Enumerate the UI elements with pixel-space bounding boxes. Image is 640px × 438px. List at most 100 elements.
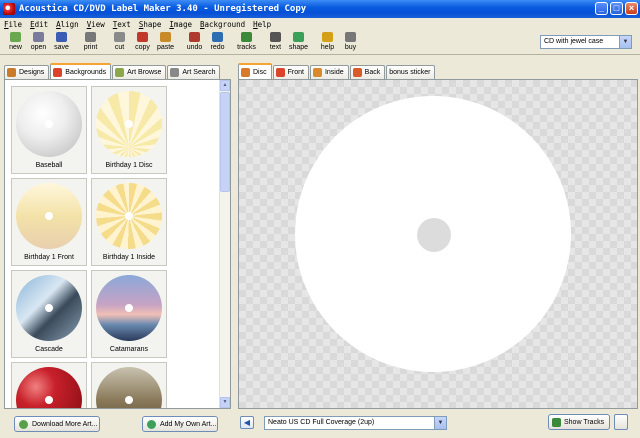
disc-hole: [125, 396, 133, 404]
menu-align[interactable]: Align: [56, 20, 79, 29]
print-preview-button[interactable]: [614, 414, 628, 430]
new-button[interactable]: new: [4, 30, 27, 55]
background-thumbnail: [96, 367, 162, 408]
background-thumbnail: [96, 183, 162, 249]
buy-icon: [345, 32, 356, 42]
print-button[interactable]: print: [79, 30, 102, 55]
text-button[interactable]: text: [264, 30, 287, 55]
menu-shape[interactable]: Shape: [139, 20, 162, 29]
copy-button[interactable]: copy: [131, 30, 154, 55]
window-title: Acoustica CD/DVD Label Maker 3.40 - Unre…: [19, 4, 307, 14]
scroll-up-icon[interactable]: ▲: [220, 80, 230, 91]
front-tab-icon: [275, 68, 285, 77]
tracks-button[interactable]: tracks: [235, 30, 258, 55]
tab-art-browse[interactable]: Art Browse: [112, 65, 167, 79]
window-controls: _ □ ×: [595, 2, 638, 15]
background-label: Birthday 1 Disc: [105, 162, 153, 169]
tab-label: bonus sticker: [389, 69, 431, 76]
tab-label: Disc: [253, 68, 267, 76]
back-arrow-icon[interactable]: ◀: [240, 416, 254, 429]
close-button[interactable]: ×: [625, 2, 638, 15]
menu-help[interactable]: Help: [253, 20, 271, 29]
background-card[interactable]: Catamarans: [91, 270, 167, 358]
help-icon: [322, 32, 333, 42]
menu-file[interactable]: File: [4, 20, 22, 29]
backgrounds-icon: [53, 67, 63, 77]
canvas-footer: ◀ Neato US CD Full Coverage (2up) ▼ Show…: [236, 414, 640, 436]
tracks-label: tracks: [237, 44, 256, 51]
add-my-own-art-button[interactable]: Add My Own Art...: [142, 416, 218, 432]
add-my-own-art-label: Add My Own Art...: [160, 420, 217, 428]
chevron-down-icon[interactable]: ▼: [619, 36, 631, 48]
download-more-art-label: Download More Art...: [32, 420, 98, 428]
disc-hole: [125, 304, 133, 312]
label-sheet-select[interactable]: Neato US CD Full Coverage (2up) ▼: [264, 416, 447, 430]
chevron-down-icon[interactable]: ▼: [434, 417, 446, 429]
print-icon: [85, 32, 96, 42]
designs-icon: [7, 68, 16, 77]
background-card[interactable]: [91, 362, 167, 408]
background-card[interactable]: Birthday 1 Front: [11, 178, 87, 266]
left-tab-strip: Designs Backgrounds Art Browse Art Search: [4, 63, 221, 79]
new-icon: [10, 32, 21, 42]
disc-label[interactable]: [295, 96, 571, 372]
undo-button[interactable]: undo: [183, 30, 206, 55]
tab-inside[interactable]: Inside: [309, 65, 349, 79]
shape-label: shape: [288, 44, 309, 51]
menu-edit[interactable]: Edit: [30, 20, 48, 29]
open-label: open: [30, 44, 47, 51]
minimize-button[interactable]: _: [595, 2, 608, 15]
help-button[interactable]: help: [316, 30, 339, 55]
tab-label: Art Browse: [127, 69, 162, 76]
background-card[interactable]: Baseball: [11, 86, 87, 174]
save-button[interactable]: save: [50, 30, 73, 55]
menu-view[interactable]: View: [87, 20, 105, 29]
redo-label: redo: [210, 44, 225, 51]
redo-icon: [212, 32, 223, 42]
menu-background[interactable]: Background: [200, 20, 245, 29]
tracks-icon: [552, 417, 561, 427]
print-label: print: [83, 44, 98, 51]
right-panel: Disc Front Inside Back bonus sticker ◀ Neato…: [236, 58, 640, 436]
case-type-select[interactable]: CD with jewel case ▼: [540, 35, 632, 49]
tab-designs[interactable]: Designs: [4, 65, 50, 79]
disc-hole: [125, 120, 133, 128]
shape-button[interactable]: shape: [287, 30, 310, 55]
background-card[interactable]: Birthday 1 Inside: [91, 178, 167, 266]
title-bar[interactable]: Acoustica CD/DVD Label Maker 3.40 - Unre…: [0, 0, 640, 18]
back-tab-icon: [352, 68, 362, 77]
undo-label: undo: [186, 44, 203, 51]
menu-image[interactable]: Image: [169, 20, 192, 29]
background-card[interactable]: Cascade: [11, 270, 87, 358]
tab-backgrounds[interactable]: Backgrounds: [50, 63, 112, 79]
tab-label: Backgrounds: [65, 68, 107, 76]
buy-button[interactable]: buy: [339, 30, 362, 55]
show-tracks-label: Show Tracks: [564, 418, 605, 426]
menu-text[interactable]: Text: [113, 20, 131, 29]
tab-art-search[interactable]: Art Search: [167, 65, 221, 79]
add-icon: [147, 419, 156, 429]
gallery-scrollbar[interactable]: ▲ ▼: [219, 80, 230, 408]
background-card[interactable]: [11, 362, 87, 408]
tab-bonus-sticker[interactable]: bonus sticker: [386, 65, 436, 79]
background-thumbnail: [96, 91, 162, 157]
show-tracks-button[interactable]: Show Tracks: [548, 414, 610, 430]
scrollbar-thumb[interactable]: [220, 92, 230, 192]
maximize-button[interactable]: □: [610, 2, 623, 15]
design-canvas[interactable]: [238, 79, 638, 409]
art-browse-icon: [115, 68, 125, 77]
tab-back[interactable]: Back: [349, 65, 386, 79]
tab-disc[interactable]: Disc: [238, 63, 272, 79]
open-button[interactable]: open: [27, 30, 50, 55]
tab-front[interactable]: Front: [272, 65, 309, 79]
background-card[interactable]: Birthday 1 Disc: [91, 86, 167, 174]
paste-button[interactable]: paste: [154, 30, 177, 55]
cut-button[interactable]: cut: [108, 30, 131, 55]
scroll-down-icon[interactable]: ▼: [220, 397, 230, 408]
text-icon: [270, 32, 281, 42]
download-more-art-button[interactable]: Download More Art...: [14, 416, 100, 432]
paste-icon: [160, 32, 171, 42]
case-type-value: CD with jewel case: [544, 38, 604, 45]
background-label: Birthday 1 Front: [24, 254, 74, 261]
redo-button[interactable]: redo: [206, 30, 229, 55]
